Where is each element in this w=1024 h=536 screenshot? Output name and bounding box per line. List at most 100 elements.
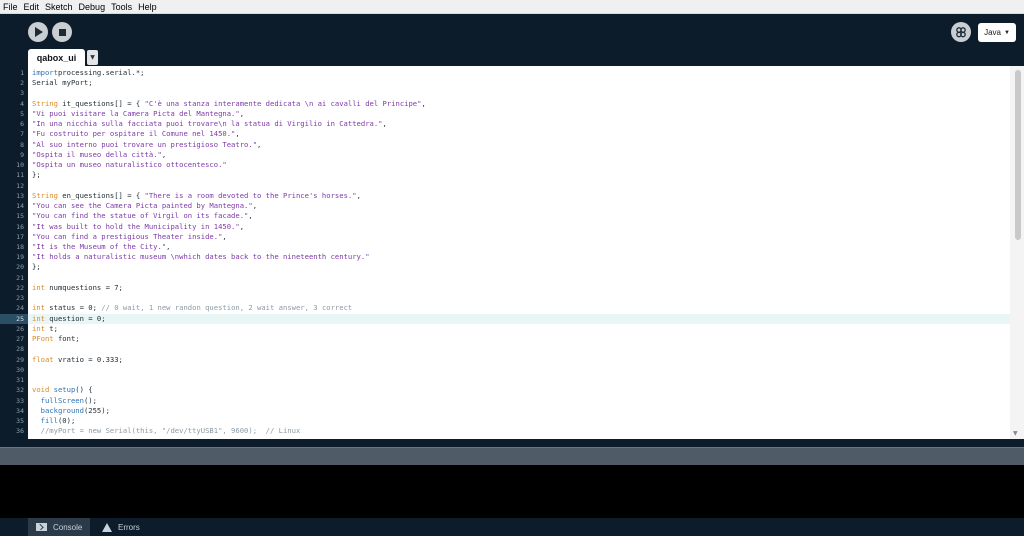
code-line[interactable]: float vratio = 0.333; bbox=[28, 355, 1010, 365]
code-line[interactable]: }; bbox=[28, 262, 1010, 272]
menu-file[interactable]: File bbox=[3, 0, 18, 14]
code-line[interactable]: "Al suo interno puoi trovare un prestigi… bbox=[28, 140, 1010, 150]
code-line[interactable]: "Vi puoi visitare la Camera Picta del Ma… bbox=[28, 109, 1010, 119]
code-line[interactable]: "Ospita il museo della città.", bbox=[28, 150, 1010, 160]
console-icon bbox=[36, 523, 47, 531]
code-line[interactable] bbox=[28, 273, 1010, 283]
code-line-text: "You can see the Camera Picta painted by… bbox=[32, 201, 258, 211]
code-line[interactable]: "It holds a naturalistic museum \nwhich … bbox=[28, 252, 1010, 262]
code-line[interactable] bbox=[28, 365, 1010, 375]
code-line[interactable]: Serial myPort; bbox=[28, 78, 1010, 88]
line-number-label: 27 bbox=[16, 335, 24, 344]
scrollbar-thumb[interactable] bbox=[1015, 70, 1021, 240]
tab-menu-button[interactable]: ▼ bbox=[87, 50, 98, 65]
menu-debug[interactable]: Debug bbox=[79, 0, 106, 14]
line-number-label: 8 bbox=[20, 140, 24, 149]
code-line[interactable]: fill(0); bbox=[28, 416, 1010, 426]
code-line[interactable]: "Ospita un museo naturalistico ottocente… bbox=[28, 160, 1010, 170]
line-number-label: 16 bbox=[16, 222, 24, 231]
debugger-button[interactable] bbox=[951, 22, 971, 42]
line-number: 34 bbox=[0, 406, 28, 416]
code-line[interactable] bbox=[28, 293, 1010, 303]
mode-selector[interactable]: Java ▼ bbox=[978, 23, 1016, 42]
code-line-text: "You can find the statue of Virgil on it… bbox=[32, 211, 253, 221]
code-line-text: "Al suo interno puoi trovare un prestigi… bbox=[32, 139, 262, 149]
code-line[interactable]: background(255); bbox=[28, 406, 1010, 416]
code-line[interactable]: "You can see the Camera Picta painted by… bbox=[28, 201, 1010, 211]
line-number: 18 bbox=[0, 242, 28, 252]
code-editor[interactable]: 1 2 3 4 5 6 7 8 9 10 11 12 13 14 15 16 17 18 19 20 21 22 23 24 2… bbox=[0, 66, 1024, 439]
code-line[interactable]: importprocessing.serial.*; bbox=[28, 68, 1010, 78]
line-number-label: 4 bbox=[20, 99, 24, 108]
scroll-down-arrow-icon[interactable]: ▼ bbox=[1013, 430, 1018, 437]
console-output bbox=[0, 465, 1024, 518]
line-number: 21 bbox=[0, 273, 28, 283]
code-line[interactable]: "It is the Museum of the City.", bbox=[28, 242, 1010, 252]
code-line[interactable]: fullScreen(); bbox=[28, 396, 1010, 406]
line-number: 27 bbox=[0, 334, 28, 344]
line-number: 31 bbox=[0, 375, 28, 385]
editor-console-divider[interactable] bbox=[0, 447, 1024, 465]
line-number-label: 32 bbox=[16, 386, 24, 395]
code-line[interactable]: "You can find the statue of Virgil on it… bbox=[28, 211, 1010, 221]
line-number-label: 13 bbox=[16, 191, 24, 200]
stop-button[interactable] bbox=[52, 22, 72, 42]
code-line[interactable]: }; bbox=[28, 170, 1010, 180]
code-line-text: String en_questions[] = { "There is a ro… bbox=[32, 190, 361, 200]
errors-tab[interactable]: Errors bbox=[92, 518, 152, 536]
code-text-area[interactable]: importprocessing.serial.*; Serial myPort;… bbox=[28, 66, 1010, 439]
code-line[interactable]: "You can find a prestigious Theater insi… bbox=[28, 232, 1010, 242]
code-line[interactable] bbox=[28, 181, 1010, 191]
line-number-label: 34 bbox=[16, 406, 24, 415]
code-line[interactable]: String it_questions[] = { "C'è una stanz… bbox=[28, 99, 1010, 109]
code-line[interactable] bbox=[28, 375, 1010, 385]
code-line-text: importprocessing.serial.*; bbox=[32, 68, 145, 77]
line-number: 24 bbox=[0, 303, 28, 313]
code-line[interactable]: //myPort = new Serial(this, "/dev/ttyUSB… bbox=[28, 426, 1010, 436]
code-line[interactable]: "It was built to hold the Municipality i… bbox=[28, 222, 1010, 232]
code-line-text: "It is the Museum of the City.", bbox=[32, 241, 171, 251]
code-line[interactable]: int question = 0; bbox=[28, 313, 1010, 324]
vertical-scrollbar[interactable]: ▼ bbox=[1010, 66, 1024, 439]
line-number: 32 bbox=[0, 385, 28, 395]
debugger-icon bbox=[956, 27, 966, 38]
code-line[interactable]: PFont font; bbox=[28, 334, 1010, 344]
console-tab[interactable]: Console bbox=[28, 518, 90, 536]
line-number-label: 19 bbox=[16, 253, 24, 262]
code-line-text: void setup() { bbox=[32, 385, 93, 395]
code-line-text: }; bbox=[32, 262, 41, 272]
run-button[interactable] bbox=[28, 22, 48, 42]
line-number-label: 9 bbox=[20, 150, 24, 159]
menu-tools[interactable]: Tools bbox=[111, 0, 132, 14]
code-line[interactable]: "In una nicchia sulla facciata puoi trov… bbox=[28, 119, 1010, 129]
code-line[interactable]: void setup() { bbox=[28, 385, 1010, 395]
code-line[interactable]: "Fu costruito per ospitare il Comune nel… bbox=[28, 129, 1010, 139]
line-number-label: 15 bbox=[16, 212, 24, 221]
line-number-label: 3 bbox=[20, 89, 24, 98]
menu-sketch[interactable]: Sketch bbox=[45, 0, 73, 14]
code-line[interactable] bbox=[28, 344, 1010, 354]
stop-icon bbox=[58, 28, 66, 36]
line-number: 19 bbox=[0, 252, 28, 262]
menu-edit[interactable]: Edit bbox=[24, 0, 40, 14]
code-line-text: //myPort = new Serial(this, "/dev/ttyUSB… bbox=[40, 426, 301, 436]
menu-help[interactable]: Help bbox=[138, 0, 157, 14]
code-line-text: int status = 0; // 0 wait, 1 new randon … bbox=[32, 303, 353, 313]
line-number: 30 bbox=[0, 365, 28, 375]
line-number: 15 bbox=[0, 211, 28, 221]
tab-qabox-ui[interactable]: qabox_ui bbox=[28, 49, 85, 66]
line-number: 17 bbox=[0, 232, 28, 242]
line-number-label: 30 bbox=[16, 365, 24, 374]
toolbar: Java ▼ bbox=[0, 14, 1024, 49]
code-line-text: "It holds a naturalistic museum \nwhich … bbox=[32, 252, 370, 262]
code-line[interactable]: int status = 0; // 0 wait, 1 new randon … bbox=[28, 303, 1010, 313]
code-line[interactable] bbox=[28, 88, 1010, 98]
line-number-label: 6 bbox=[20, 120, 24, 129]
line-number-gutter: 1 2 3 4 5 6 7 8 9 10 11 12 13 14 15 16 17 18 19 20 21 22 23 24 2… bbox=[0, 66, 28, 439]
code-line[interactable]: int t; bbox=[28, 324, 1010, 334]
code-line[interactable]: int numquestions = 7; bbox=[28, 283, 1010, 293]
code-line[interactable]: String en_questions[] = { "There is a ro… bbox=[28, 191, 1010, 201]
line-number: 11 bbox=[0, 170, 28, 180]
line-number: 23 bbox=[0, 293, 28, 303]
line-number: 36 bbox=[0, 426, 28, 436]
